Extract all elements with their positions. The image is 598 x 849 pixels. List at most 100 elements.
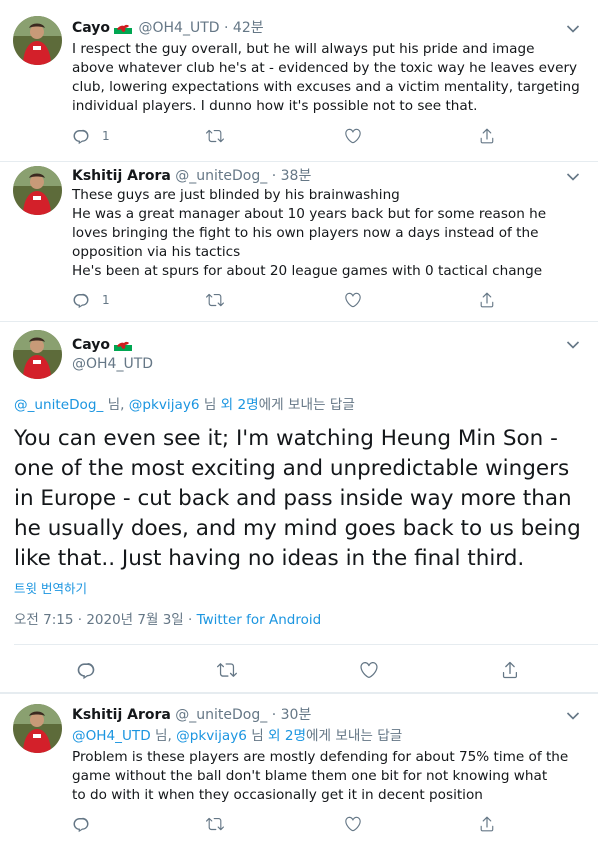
tweet-actions: 1 — [72, 290, 512, 310]
reply-button[interactable]: 1 — [72, 126, 110, 146]
timestamp[interactable]: 오전 7:15 · 2020년 7월 3일 · — [14, 612, 197, 628]
tweet-text-line: to do with it when they occasionally get… — [72, 787, 483, 803]
wales-flag-icon — [114, 22, 132, 34]
display-name[interactable]: Cayo — [72, 336, 134, 354]
tweet-text-line: He's been at spurs for about 20 league g… — [72, 263, 543, 279]
avatar[interactable] — [13, 16, 62, 65]
tweet-header: Kshitij Arora @_uniteDog_ · 30분 — [72, 706, 311, 724]
share-button[interactable] — [478, 814, 496, 834]
reply-icon — [72, 291, 90, 309]
reply-icon — [72, 127, 90, 145]
reply-button[interactable] — [72, 814, 90, 834]
translate-link[interactable]: 트윗 번역하기 — [14, 578, 87, 597]
mention-link[interactable]: @pkvijay6 — [129, 397, 200, 413]
reply-button[interactable] — [76, 660, 96, 680]
tweet-text-line: like that.. Just having no ideas in the … — [14, 546, 525, 571]
retweet-button[interactable] — [206, 290, 224, 310]
avatar-image — [13, 16, 62, 65]
chevron-down-icon[interactable] — [566, 172, 580, 182]
share-icon — [500, 660, 520, 680]
share-button[interactable] — [478, 126, 496, 146]
chevron-down-icon[interactable] — [566, 340, 580, 350]
replying-suffix: 에게 보내는 답글 — [258, 397, 355, 413]
others-link[interactable]: 외 2명 — [221, 397, 259, 413]
replying-mid: 님 — [246, 728, 269, 744]
tweet-text-line: individual players. I dunno how it's pos… — [72, 98, 478, 114]
retweet-button[interactable] — [206, 126, 224, 146]
display-name[interactable]: Kshitij Arora — [72, 168, 171, 184]
tweet-actions: 1 — [72, 126, 512, 146]
share-icon — [478, 127, 496, 145]
replying-suffix: 에게 보내는 답글 — [306, 728, 403, 744]
tweet-text: I respect the guy overall, but he will a… — [72, 40, 580, 116]
like-icon — [344, 815, 362, 833]
reply-icon — [76, 660, 96, 680]
avatar-image — [13, 166, 62, 215]
tweet-time[interactable]: 30분 — [281, 707, 312, 723]
separator-dot: · — [271, 168, 277, 184]
tweet-text-line: one of the most exciting and unpredictab… — [14, 456, 570, 481]
mention-link[interactable]: @_uniteDog_ — [14, 397, 103, 413]
tweet-text-line: above whatever club he's at - evidenced … — [72, 60, 578, 76]
like-button[interactable] — [344, 814, 362, 834]
mention-link[interactable]: @pkvijay6 — [176, 728, 247, 744]
like-button[interactable] — [344, 126, 362, 146]
tweet-1[interactable]: Cayo @OH4_UTD · 42분 I respect the guy ov… — [0, 0, 598, 162]
separator-dot: · — [271, 707, 277, 723]
replying-to: @OH4_UTD 님, @pkvijay6 님 외 2명에게 보내는 답글 — [72, 727, 402, 745]
tweet-time[interactable]: 38분 — [281, 168, 312, 184]
tweet-text-line: He was a great manager about 10 years ba… — [72, 206, 547, 222]
tweet-actions — [76, 660, 526, 680]
tweet-text-line: he usually does, and my mind goes back t… — [14, 516, 581, 541]
retweet-icon — [206, 291, 224, 309]
reply-count: 1 — [102, 129, 110, 143]
tweet-text-line: opposition via his tactics — [72, 244, 241, 260]
tweet-2[interactable]: Kshitij Arora @_uniteDog_ · 38분 These gu… — [0, 162, 598, 322]
avatar[interactable] — [13, 704, 62, 753]
replying-mid: 님 — [199, 397, 221, 413]
separator-dot: · — [224, 20, 229, 36]
replying-sep: 님, — [103, 397, 129, 413]
chevron-down-icon[interactable] — [566, 24, 580, 34]
tweet-header: Kshitij Arora @_uniteDog_ · 38분 — [72, 167, 311, 185]
avatar[interactable] — [13, 330, 62, 379]
like-icon — [359, 660, 379, 680]
user-handle[interactable]: @OH4_UTD — [72, 355, 153, 373]
source-link[interactable]: Twitter for Android — [197, 612, 322, 628]
share-icon — [478, 291, 496, 309]
retweet-icon — [206, 127, 224, 145]
share-button[interactable] — [478, 290, 496, 310]
like-button[interactable] — [344, 290, 362, 310]
reply-button[interactable]: 1 — [72, 290, 110, 310]
tweet-text: You can even see it; I'm watching Heung … — [14, 424, 581, 574]
wales-flag-icon — [114, 339, 132, 351]
share-icon — [478, 815, 496, 833]
mention-link[interactable]: @OH4_UTD — [72, 728, 151, 744]
tweet-time[interactable]: 42분 — [233, 20, 264, 36]
retweet-button[interactable] — [217, 660, 237, 680]
tweet-text: Problem is these players are mostly defe… — [72, 748, 568, 805]
retweet-button[interactable] — [206, 814, 224, 834]
like-icon — [344, 127, 362, 145]
user-handle[interactable]: @OH4_UTD — [139, 20, 220, 36]
share-button[interactable] — [500, 660, 520, 680]
user-handle[interactable]: @_uniteDog_ — [175, 168, 267, 184]
chevron-down-icon[interactable] — [566, 711, 580, 721]
tweet-header: Cayo @OH4_UTD · 42분 — [72, 19, 264, 37]
avatar[interactable] — [13, 166, 62, 215]
divider — [14, 644, 598, 645]
display-name[interactable]: Kshitij Arora — [72, 707, 171, 723]
reply-tweet[interactable]: Kshitij Arora @_uniteDog_ · 30분 @OH4_UTD… — [0, 694, 598, 849]
tweet-text-line: I respect the guy overall, but he will a… — [72, 41, 535, 57]
reply-icon — [72, 815, 90, 833]
reply-count: 1 — [102, 293, 110, 307]
others-link[interactable]: 외 2명 — [268, 728, 306, 744]
replying-to: @_uniteDog_ 님, @pkvijay6 님 외 2명에게 보내는 답글 — [14, 396, 355, 414]
display-name[interactable]: Cayo — [72, 20, 110, 36]
avatar-image — [13, 704, 62, 753]
user-handle[interactable]: @_uniteDog_ — [175, 707, 267, 723]
like-button[interactable] — [359, 660, 379, 680]
display-name-text: Cayo — [72, 337, 111, 353]
tweet-text-line: club, lowering expectations with excuses… — [72, 79, 580, 95]
tweet-actions — [72, 814, 512, 834]
